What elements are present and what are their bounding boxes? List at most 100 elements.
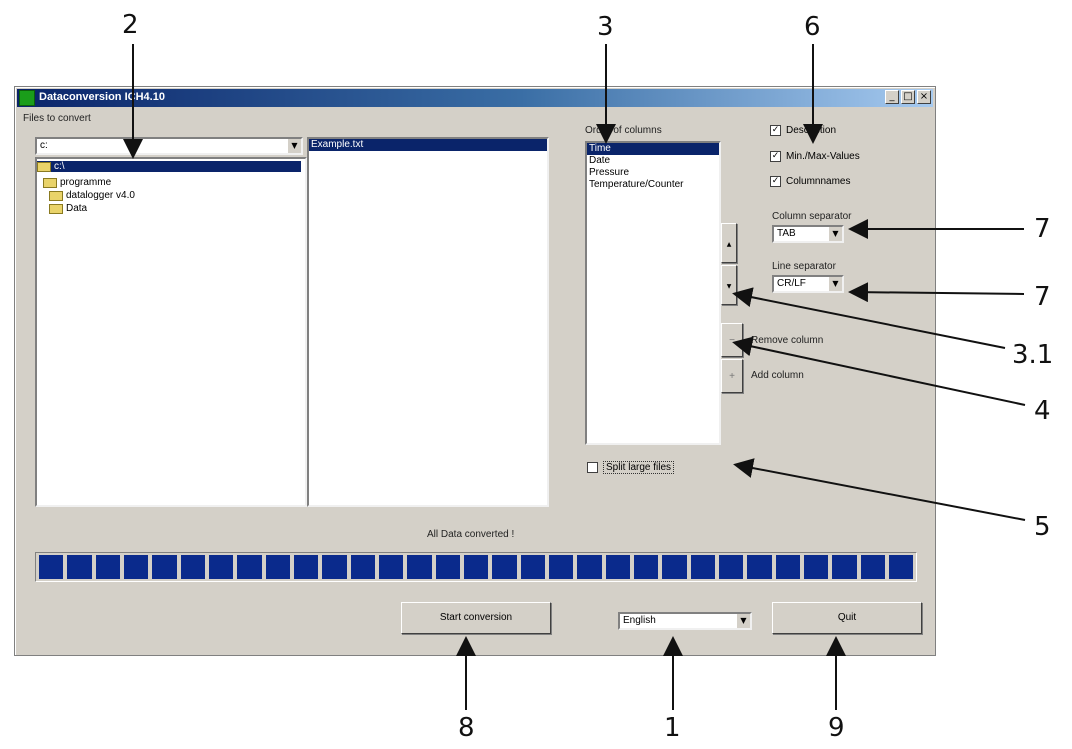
folder-icon xyxy=(49,203,63,214)
folder-icon xyxy=(37,161,51,172)
progress-segment xyxy=(463,555,489,579)
progress-segment xyxy=(662,555,687,579)
tree-item-label: programme xyxy=(60,177,112,188)
progress-segment xyxy=(208,555,234,579)
progress-segment xyxy=(747,555,772,579)
option-columnnames[interactable]: ✓ Columnnames xyxy=(770,176,850,187)
option-min-max-values[interactable]: ✓ Min./Max-Values xyxy=(770,151,860,162)
progress-segment xyxy=(67,555,92,579)
move-up-button[interactable]: ▲ xyxy=(721,223,737,263)
progress-segment xyxy=(718,555,744,579)
column-separator-select[interactable]: TAB ▼ xyxy=(772,225,844,243)
progress-segment xyxy=(407,555,432,579)
column-item-temperature-counter[interactable]: Temperature/Counter xyxy=(587,179,719,191)
callout-9: 9 xyxy=(828,713,845,743)
checkbox-description[interactable]: ✓ xyxy=(770,125,781,136)
language-value: English xyxy=(623,615,656,626)
progress-segment xyxy=(690,555,715,579)
progress-segment xyxy=(152,555,177,579)
maximize-button[interactable]: □ xyxy=(901,90,915,104)
callout-3: 3 xyxy=(597,12,614,42)
column-order-list[interactable]: Time Date Pressure Temperature/Counter xyxy=(585,141,721,445)
tree-item-data[interactable]: Data xyxy=(49,203,87,214)
column-item-date[interactable]: Date xyxy=(587,155,719,167)
arrow-up-icon: ▲ xyxy=(726,241,732,248)
progress-segment xyxy=(39,555,64,579)
chevron-down-icon[interactable]: ▼ xyxy=(828,227,842,241)
progress-segment xyxy=(180,555,205,579)
callout-3-1: 3.1 xyxy=(1012,340,1054,370)
file-list[interactable]: Example.txt xyxy=(307,137,549,507)
tree-item-label: Data xyxy=(66,203,88,214)
progress-segment xyxy=(492,555,517,579)
line-separator-label: Line separator xyxy=(772,261,836,272)
progress-segment xyxy=(520,555,545,579)
data-conversion-window: Dataconversion ICH4.10 _ □ × Files to co… xyxy=(14,86,936,656)
option-min-max-values-label: Min./Max-Values xyxy=(786,151,860,162)
line-separator-select[interactable]: CR/LF ▼ xyxy=(772,275,844,293)
tree-item-datalogger[interactable]: datalogger v4.0 xyxy=(49,190,135,201)
tree-item-programme[interactable]: programme xyxy=(43,177,111,188)
move-down-button[interactable]: ▼ xyxy=(721,265,737,305)
progress-segment xyxy=(265,555,290,579)
arrow-down-icon: ▼ xyxy=(726,283,732,290)
column-item-time[interactable]: Time xyxy=(587,143,719,155)
folder-tree[interactable]: c:\ programme datalogger v4.0 Data xyxy=(35,157,307,507)
progress-segment xyxy=(633,555,659,579)
add-column-label: Add column xyxy=(751,370,804,381)
start-conversion-button[interactable]: Start conversion xyxy=(401,602,551,634)
column-separator-label: Column separator xyxy=(772,211,852,222)
language-select[interactable]: English ▼ xyxy=(618,612,752,630)
checkbox-split-large-files[interactable] xyxy=(587,462,598,473)
drive-select-value: c: xyxy=(40,140,48,151)
tree-item-label: datalogger v4.0 xyxy=(66,190,135,201)
tree-item-root[interactable]: c:\ xyxy=(37,161,301,172)
progress-segment xyxy=(322,555,347,579)
progress-segment xyxy=(123,555,149,579)
start-conversion-label: Start conversion xyxy=(439,612,513,623)
progress-segment xyxy=(293,555,319,579)
progress-segment xyxy=(435,555,460,579)
chevron-down-icon[interactable]: ▼ xyxy=(736,614,750,628)
checkbox-min-max-values[interactable]: ✓ xyxy=(770,151,781,162)
progress-segment xyxy=(832,555,857,579)
option-split-large-files[interactable]: Split large files xyxy=(587,461,675,474)
progress-segment xyxy=(605,555,630,579)
callout-4: 4 xyxy=(1034,396,1051,426)
option-description[interactable]: ✓ Description xyxy=(770,125,836,136)
column-item-pressure[interactable]: Pressure xyxy=(587,167,719,179)
minimize-button[interactable]: _ xyxy=(885,90,899,104)
file-list-item[interactable]: Example.txt xyxy=(309,139,547,151)
remove-column-label: Remove column xyxy=(751,335,824,346)
progress-bar xyxy=(35,552,917,582)
remove-column-button[interactable]: − xyxy=(721,323,743,357)
checkbox-columnnames[interactable]: ✓ xyxy=(770,176,781,187)
callout-1: 1 xyxy=(664,713,681,743)
progress-segment xyxy=(775,555,800,579)
tree-item-label: c:\ xyxy=(54,161,65,172)
progress-segment xyxy=(577,555,602,579)
title-bar[interactable]: Dataconversion ICH4.10 _ □ × xyxy=(17,89,933,107)
order-of-columns-label: Order of columns xyxy=(585,125,662,136)
status-text: All Data converted ! xyxy=(427,529,515,540)
callout-8: 8 xyxy=(458,713,475,743)
chevron-down-icon[interactable]: ▼ xyxy=(287,139,301,153)
progress-segment xyxy=(237,555,262,579)
callout-2: 2 xyxy=(122,10,139,40)
files-to-convert-label: Files to convert xyxy=(23,113,91,124)
callout-6: 6 xyxy=(804,12,821,42)
quit-label: Quit xyxy=(837,612,857,623)
folder-icon xyxy=(49,190,63,201)
progress-segment xyxy=(350,555,375,579)
callout-7-line-separator: 7 xyxy=(1034,282,1051,312)
quit-button[interactable]: Quit xyxy=(772,602,922,634)
progress-segment xyxy=(548,555,574,579)
line-separator-value: CR/LF xyxy=(777,278,806,289)
add-column-button[interactable]: + xyxy=(721,359,743,393)
option-description-label: Description xyxy=(786,125,837,136)
close-button[interactable]: × xyxy=(917,90,931,104)
chevron-down-icon[interactable]: ▼ xyxy=(828,277,842,291)
callout-5: 5 xyxy=(1034,512,1051,542)
drive-select[interactable]: c: ▼ xyxy=(35,137,303,155)
progress-segment xyxy=(95,555,120,579)
